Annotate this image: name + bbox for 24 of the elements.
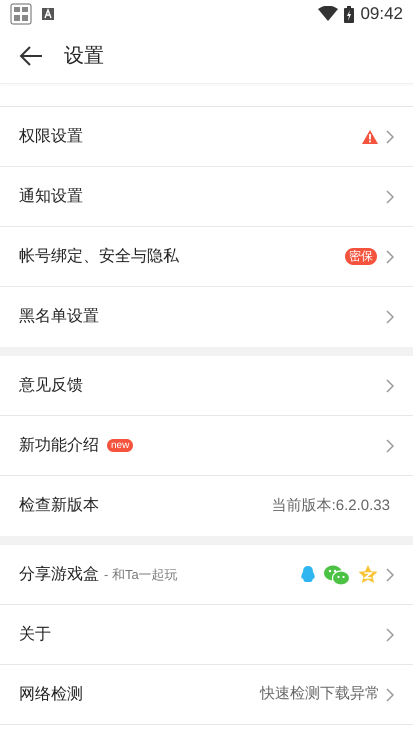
row-value: 快速检测下载异常 (260, 684, 380, 704)
status-time: 09:42 (360, 3, 403, 26)
row-sublabel: - 和Ta一起玩 (104, 566, 178, 584)
row-label: 检查新版本 (19, 496, 99, 516)
page-title: 设置 (64, 44, 104, 68)
security-badge: 密保 (345, 248, 377, 265)
penguin-icon[interactable] (300, 566, 316, 584)
row-value: 当前版本:6.2.0.33 (272, 496, 390, 516)
row-label: 权限设置 (19, 126, 83, 146)
app-icon (10, 3, 32, 25)
notification-icon (42, 8, 54, 20)
row-label: 通知设置 (19, 186, 83, 206)
row-label: 关于 (19, 624, 51, 644)
chat-bubbles-icon[interactable] (324, 564, 350, 584)
battery-icon (344, 6, 354, 22)
row-label: 新功能介绍 (19, 436, 99, 456)
wifi-icon (318, 6, 338, 22)
row-label: 意见反馈 (19, 376, 83, 396)
row-label: 帐号绑定、安全与隐私 (19, 246, 179, 266)
row-label: 分享游戏盒 (19, 564, 99, 584)
row-label: 网络检测 (19, 684, 83, 704)
star-icon[interactable] (358, 565, 378, 584)
new-badge: new (107, 439, 134, 452)
row-label: 黑名单设置 (19, 307, 99, 327)
